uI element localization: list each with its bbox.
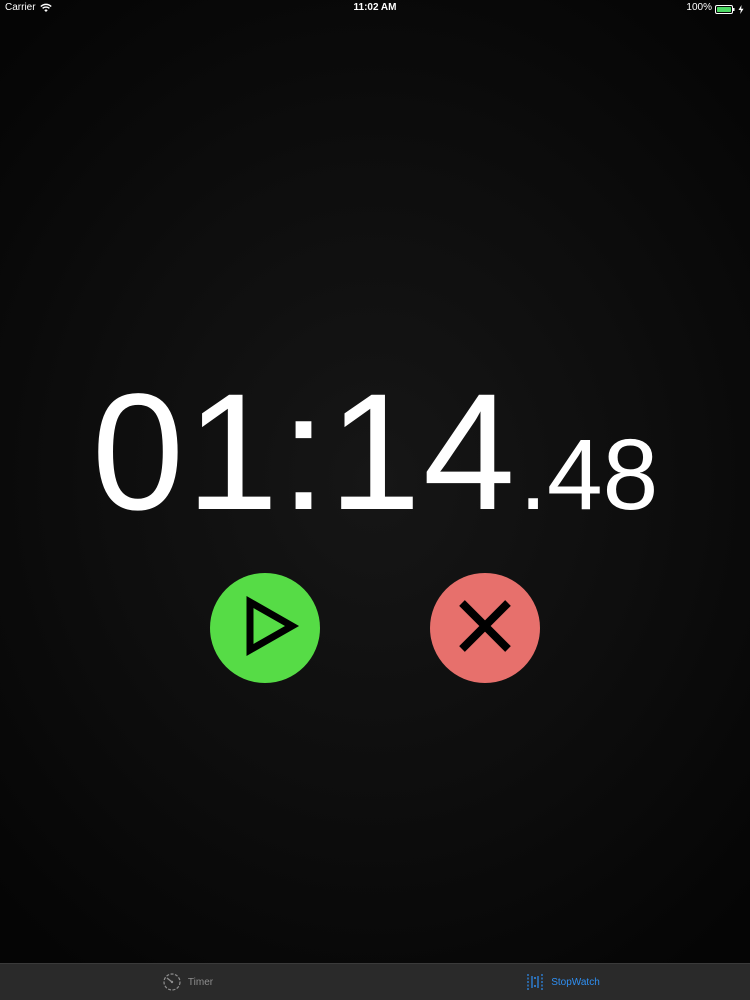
stopwatch-screen: Carrier 11:02 AM 100% 01:14 . 48 Timer S… bbox=[0, 0, 750, 1000]
status-bar: Carrier 11:02 AM 100% bbox=[0, 0, 750, 16]
status-right: 100% bbox=[686, 0, 744, 16]
stopwatch-icon bbox=[525, 972, 545, 992]
play-icon bbox=[230, 591, 300, 666]
battery-icon bbox=[715, 4, 735, 14]
cancel-button[interactable] bbox=[430, 573, 540, 683]
time-decimal-point: . bbox=[519, 419, 547, 531]
timer-icon bbox=[162, 972, 182, 992]
battery-percent: 100% bbox=[686, 2, 712, 13]
tab-stopwatch[interactable]: StopWatch bbox=[375, 964, 750, 1000]
stopwatch-time-display: 01:14 . 48 bbox=[0, 370, 750, 536]
tab-bar: Timer StopWatch bbox=[0, 963, 750, 1000]
play-button[interactable] bbox=[210, 573, 320, 683]
charging-icon bbox=[738, 4, 744, 14]
tab-stopwatch-label: StopWatch bbox=[551, 976, 600, 988]
time-minutes-seconds: 01:14 bbox=[91, 360, 518, 545]
tab-timer[interactable]: Timer bbox=[0, 964, 375, 1000]
status-time: 11:02 AM bbox=[353, 2, 397, 13]
tab-timer-label: Timer bbox=[187, 976, 214, 988]
close-icon bbox=[450, 591, 520, 666]
time-hundredths: 48 bbox=[546, 419, 659, 531]
